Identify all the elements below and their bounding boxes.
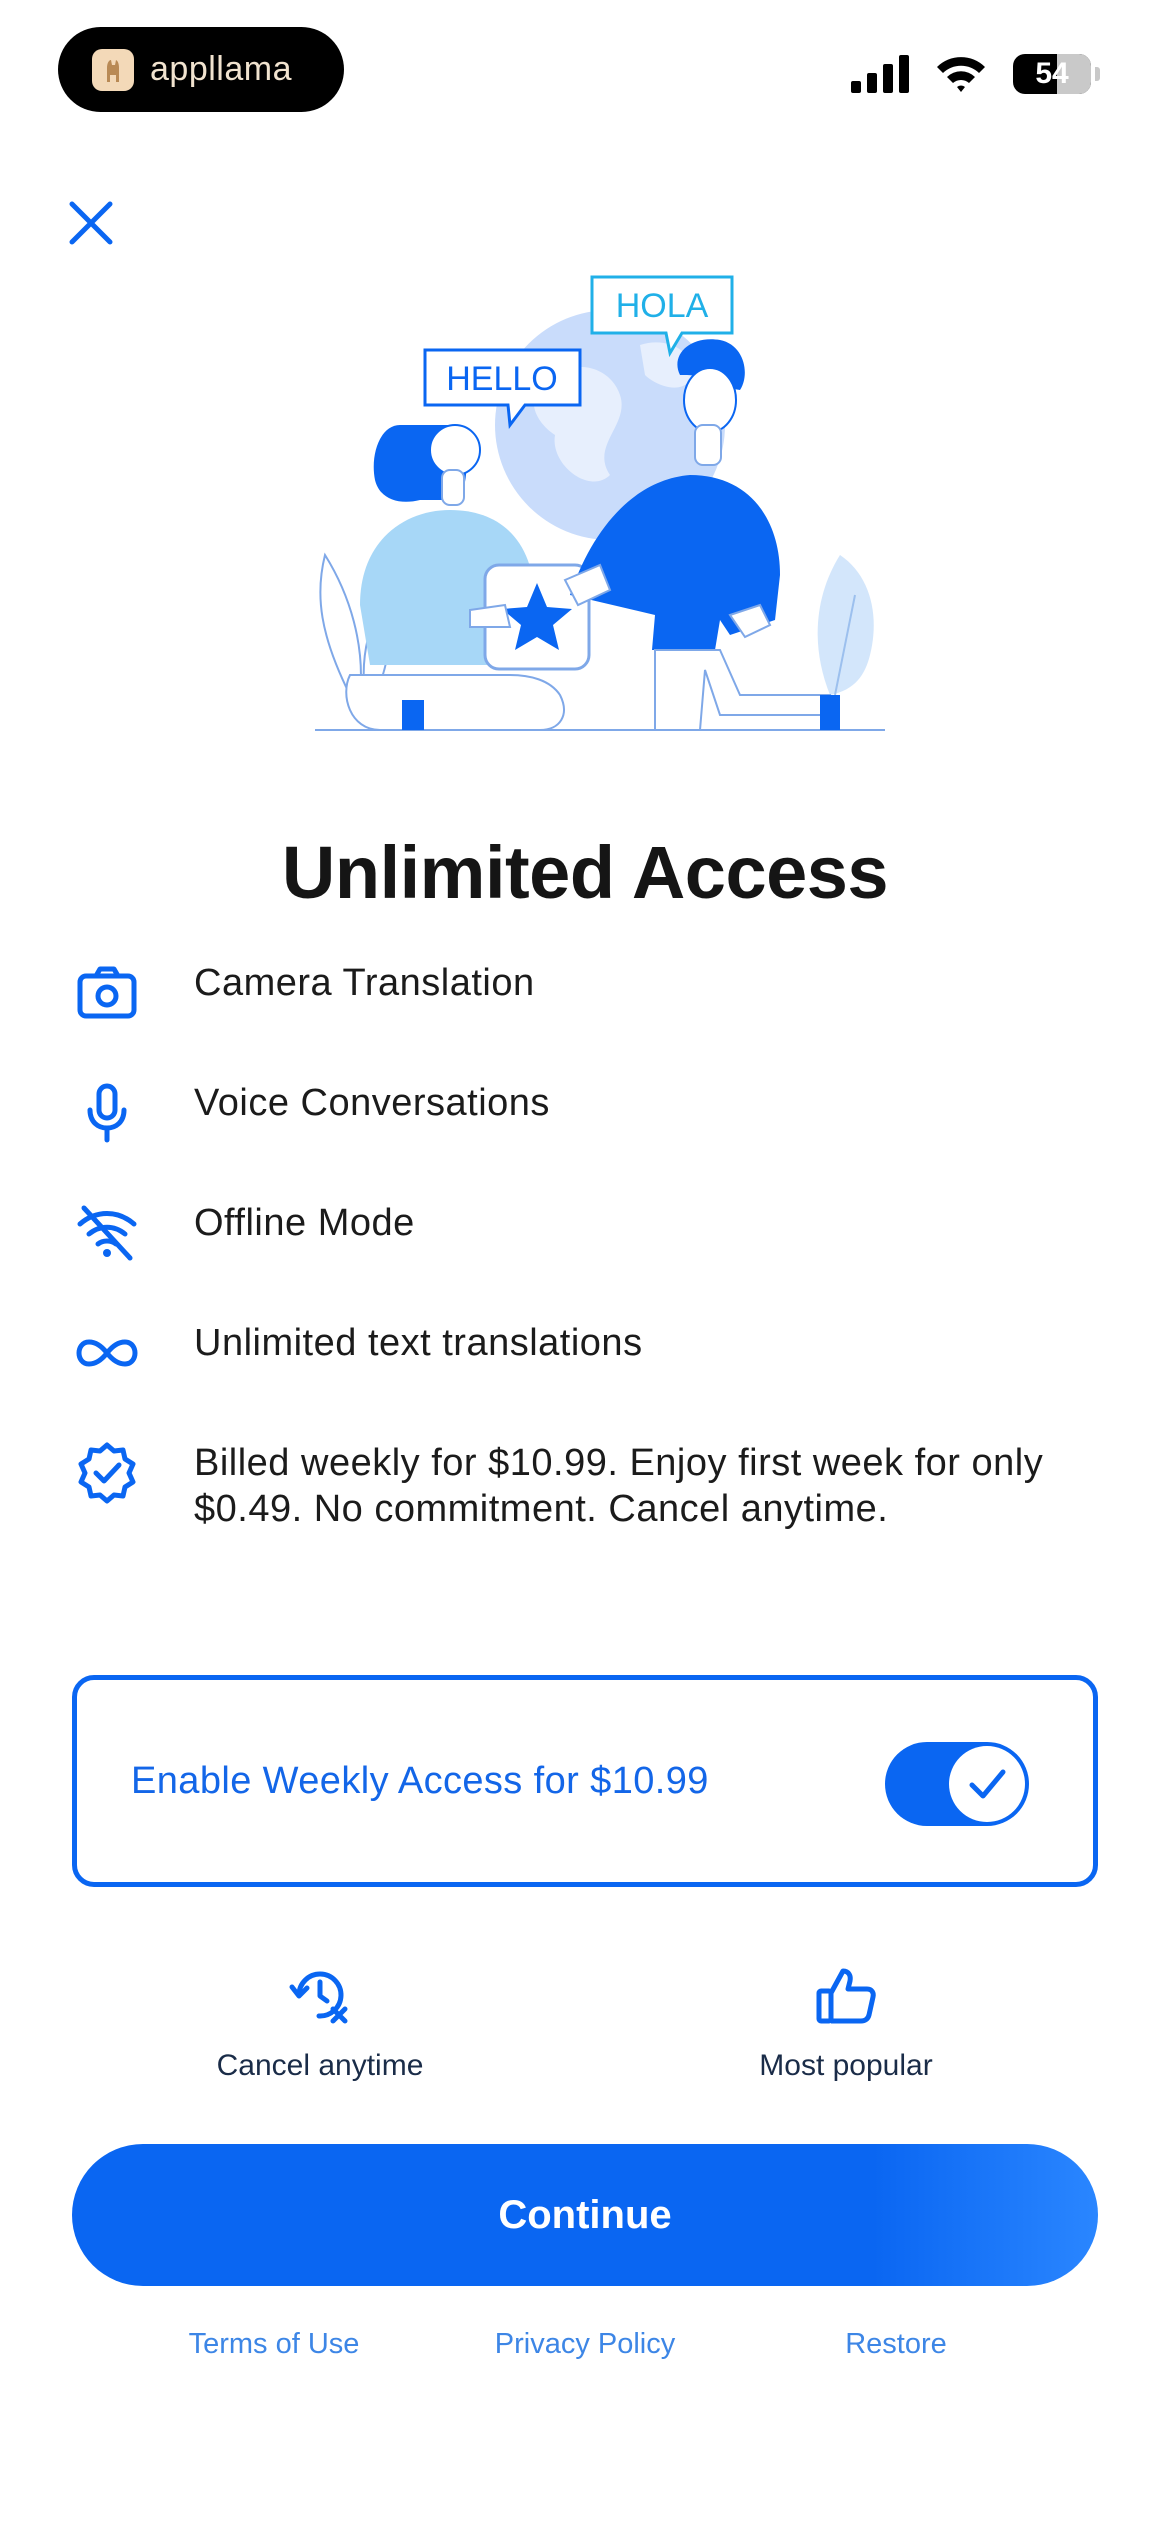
feature-item: Offline Mode bbox=[74, 1200, 1094, 1266]
checkmark-icon bbox=[969, 1769, 1006, 1799]
badge-label: Cancel anytime bbox=[216, 2049, 424, 2082]
feature-text: Billed weekly for $10.99. Enjoy first we… bbox=[194, 1442, 1044, 1530]
battery-level: 54 bbox=[1035, 57, 1069, 90]
signal-icon bbox=[851, 55, 909, 93]
feature-text: Unlimited text translations bbox=[194, 1322, 643, 1364]
verified-badge-icon bbox=[74, 1440, 140, 1506]
feature-item: Billed weekly for $10.99. Enjoy first we… bbox=[74, 1440, 1094, 1532]
page-title: Unlimited Access bbox=[281, 831, 889, 914]
badge-cancel-anytime: Cancel anytime bbox=[140, 1965, 500, 2083]
app-badge[interactable]: appllama bbox=[58, 27, 344, 112]
status-icons: 54 bbox=[851, 54, 1100, 94]
feature-text: Voice Conversations bbox=[194, 1082, 550, 1124]
speech-hello-text: HELLO bbox=[446, 360, 558, 398]
microphone-icon bbox=[74, 1080, 140, 1146]
weekly-access-card[interactable]: Enable Weekly Access for $10.99 bbox=[72, 1675, 1098, 1887]
infinity-icon bbox=[74, 1320, 140, 1386]
camera-icon bbox=[74, 960, 140, 1026]
hero-illustration: HELLO HOLA bbox=[310, 275, 890, 745]
weekly-access-label: Enable Weekly Access for $10.99 bbox=[131, 1759, 709, 1802]
feature-text: Camera Translation bbox=[194, 962, 535, 1004]
speech-hola-text: HOLA bbox=[616, 287, 709, 325]
history-cancel-icon bbox=[289, 1971, 348, 2024]
feature-item: Camera Translation bbox=[74, 960, 1094, 1026]
close-button[interactable] bbox=[64, 196, 118, 250]
feature-item: Unlimited text translations bbox=[74, 1320, 1094, 1386]
feature-text: Offline Mode bbox=[194, 1202, 415, 1244]
wifi-off-icon bbox=[74, 1200, 140, 1266]
close-icon bbox=[69, 201, 113, 245]
llama-logo-icon bbox=[92, 48, 134, 91]
wifi-icon bbox=[937, 57, 985, 92]
restore-link[interactable]: Restore bbox=[746, 2328, 1046, 2361]
battery-icon: 54 bbox=[1013, 54, 1100, 94]
feature-item: Voice Conversations bbox=[74, 1080, 1094, 1146]
badge-most-popular: Most popular bbox=[666, 1965, 1026, 2083]
thumbs-up-icon bbox=[816, 1968, 876, 2024]
toggle-knob bbox=[949, 1746, 1025, 1822]
badge-label: Most popular bbox=[759, 2049, 933, 2082]
weekly-access-toggle[interactable] bbox=[885, 1742, 1029, 1826]
footer-links: Terms of Use Privacy Policy Restore bbox=[0, 2328, 1170, 2368]
terms-of-use-link[interactable]: Terms of Use bbox=[124, 2328, 424, 2361]
continue-button[interactable]: Continue bbox=[72, 2144, 1098, 2286]
privacy-policy-link[interactable]: Privacy Policy bbox=[435, 2328, 735, 2361]
app-badge-label: appllama bbox=[150, 50, 292, 88]
